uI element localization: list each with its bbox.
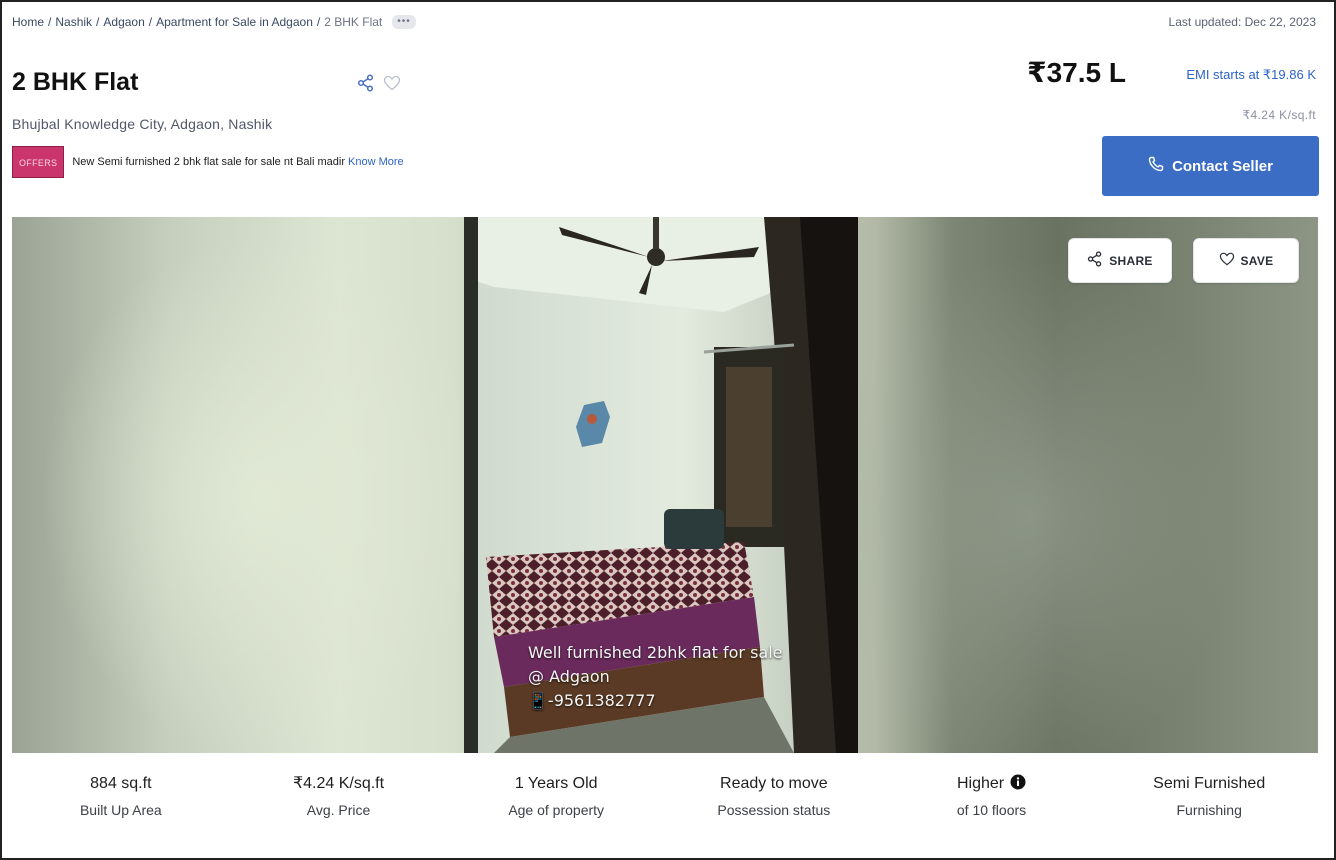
gallery-share-button[interactable]: SHARE xyxy=(1068,238,1172,283)
title-actions xyxy=(357,74,401,97)
property-summary: 884 sq.ft Built Up Area ₹4.24 K/sq.ft Av… xyxy=(12,772,1318,842)
summary-built-up-area: 884 sq.ft Built Up Area xyxy=(12,772,230,842)
summary-furnishing: Semi Furnished Furnishing xyxy=(1100,772,1318,842)
save-label: SAVE xyxy=(1240,253,1274,268)
photo-caption: Well furnished 2bhk flat for sale @ Adga… xyxy=(528,641,848,713)
summary-possession: Ready to move Possession status xyxy=(665,772,883,842)
contact-seller-label: Contact Seller xyxy=(1172,157,1273,175)
summary-avg-price: ₹4.24 K/sq.ft Avg. Price xyxy=(230,772,448,842)
property-price: ₹37.5 L xyxy=(1027,57,1126,88)
summary-value: 1 Years Old xyxy=(514,775,598,792)
summary-label: of 10 floors xyxy=(956,802,1027,818)
summary-value-wrap: Higher xyxy=(883,772,1101,796)
summary-value: Higher xyxy=(956,775,1005,792)
summary-label: Built Up Area xyxy=(79,802,162,818)
summary-value: Ready to move xyxy=(720,775,828,792)
share-label: SHARE xyxy=(1109,253,1153,268)
summary-value: Semi Furnished xyxy=(1153,775,1266,792)
summary-label: Avg. Price xyxy=(306,802,371,818)
emi-link[interactable]: EMI starts at ₹19.86 K xyxy=(1186,67,1316,83)
mobile-phone-icon: 📱 xyxy=(528,691,548,710)
summary-floor: Higher of 10 floors xyxy=(883,772,1101,842)
share-icon[interactable] xyxy=(357,74,375,97)
breadcrumb-separator: / xyxy=(48,15,52,29)
offer-text: New Semi furnished 2 bhk flat sale for s… xyxy=(72,156,345,168)
last-updated: Last updated: Dec 22, 2023 xyxy=(1168,15,1316,29)
breadcrumb-more-button[interactable]: ••• xyxy=(392,15,416,29)
summary-value: ₹4.24 K/sq.ft xyxy=(292,775,385,792)
property-address: Bhujbal Knowledge City, Adgaon, Nashik xyxy=(12,116,273,132)
property-photo[interactable]: Well furnished 2bhk flat for sale @ Adga… xyxy=(464,217,858,753)
photo-gallery[interactable]: Well furnished 2bhk flat for sale @ Adga… xyxy=(12,217,1318,753)
summary-label: Age of property xyxy=(508,802,605,818)
price-per-sqft: ₹4.24 K/sq.ft xyxy=(1242,108,1316,122)
summary-value: 884 sq.ft xyxy=(90,775,152,792)
breadcrumb-apartment-sale-adgaon[interactable]: Apartment for Sale in Adgaon xyxy=(156,15,313,29)
share-icon xyxy=(1087,251,1103,270)
breadcrumb-separator: / xyxy=(96,15,100,29)
summary-label: Furnishing xyxy=(1176,802,1242,818)
info-icon[interactable] xyxy=(1010,774,1026,798)
summary-label: Possession status xyxy=(717,802,831,818)
page-title: 2 BHK Flat xyxy=(12,68,139,96)
breadcrumb-nashik[interactable]: Nashik xyxy=(55,15,92,29)
heart-icon[interactable] xyxy=(383,75,401,96)
caption-line-3: 📱-9561382777 xyxy=(528,689,848,713)
breadcrumb-adgaon[interactable]: Adgaon xyxy=(103,15,144,29)
offer-row: OFFERS New Semi furnished 2 bhk flat sal… xyxy=(12,146,404,178)
know-more-link[interactable]: Know More xyxy=(348,156,404,168)
offer-badge: OFFERS xyxy=(12,146,65,178)
phone-icon xyxy=(1148,156,1164,176)
caption-line-1: Well furnished 2bhk flat for sale xyxy=(528,643,783,662)
breadcrumb-separator: / xyxy=(148,15,153,29)
heart-icon xyxy=(1219,252,1235,269)
breadcrumb-home[interactable]: Home xyxy=(12,15,44,29)
caption-line-2: @ Adgaon xyxy=(528,667,610,686)
breadcrumb-current: 2 BHK Flat xyxy=(324,15,383,29)
breadcrumb: Home / Nashik / Adgaon / Apartment for S… xyxy=(12,15,416,29)
summary-age: 1 Years Old Age of property xyxy=(447,772,665,842)
contact-seller-button[interactable]: Contact Seller xyxy=(1102,136,1319,196)
caption-phone-number: -9561382777 xyxy=(547,691,656,710)
breadcrumb-separator: / xyxy=(316,15,321,29)
gallery-save-button[interactable]: SAVE xyxy=(1193,238,1299,283)
